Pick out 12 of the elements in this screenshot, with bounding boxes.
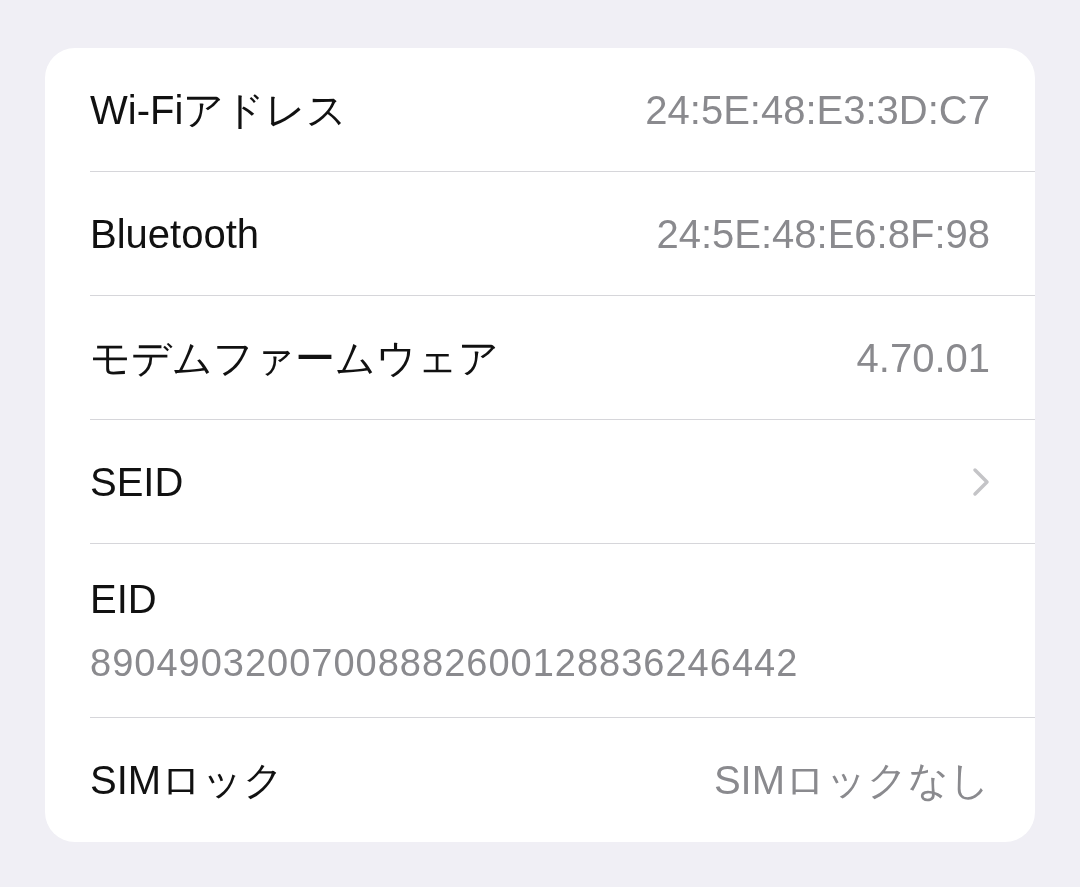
chevron-right-icon xyxy=(972,466,990,497)
row-label: Wi-Fiアドレス xyxy=(90,86,348,134)
row-value: SIMロックなし xyxy=(713,757,990,804)
row-value: 24:5E:48:E3:3D:C7 xyxy=(645,86,990,134)
row-label: SIMロック xyxy=(90,757,285,804)
row-label: Bluetooth xyxy=(90,210,260,258)
row-value: 24:5E:48:E6:8F:98 xyxy=(656,210,990,258)
row-label: EID xyxy=(90,576,157,623)
row-value: 89049032007008882600128836246442 xyxy=(90,641,799,686)
list-row[interactable]: SEID xyxy=(90,420,1035,544)
row-value: 4.70.01 xyxy=(856,334,990,382)
row-label: モデムファームウェア xyxy=(90,334,499,382)
